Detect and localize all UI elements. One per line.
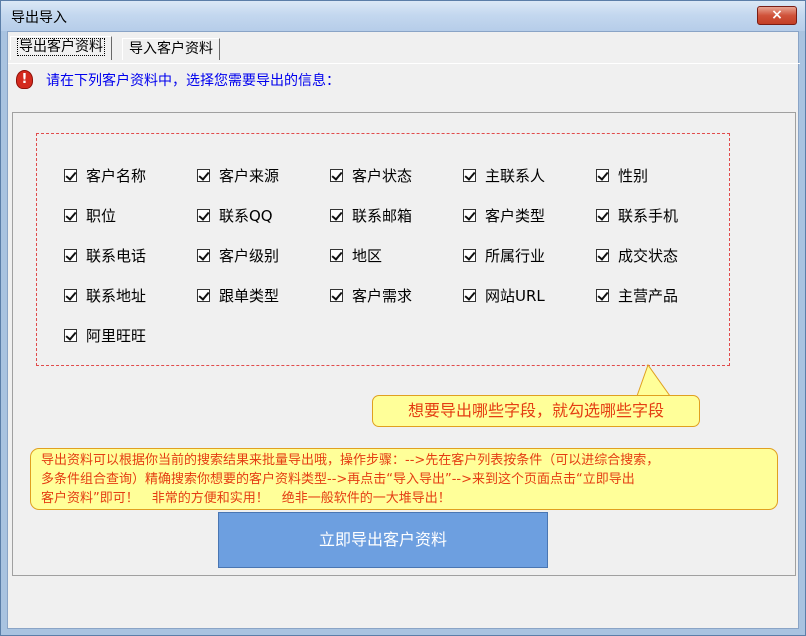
field-contact-address[interactable]: 联系地址	[64, 285, 146, 305]
callout-pointer-icon	[636, 363, 671, 397]
field-label: 客户需求	[352, 286, 413, 305]
field-label: 客户名称	[86, 166, 147, 185]
field-label: 性别	[618, 166, 649, 185]
field-main-contact[interactable]: 主联系人	[463, 165, 545, 185]
checkbox-checked-icon[interactable]	[64, 288, 77, 302]
export-tips-note: 导出资料可以根据你当前的搜索结果来批量导出哦，操作步骤：-->先在客户列表按条件…	[30, 448, 778, 510]
field-contact-phone[interactable]: 联系电话	[64, 245, 146, 265]
field-contact-email[interactable]: 联系邮箱	[330, 205, 412, 225]
field-label: 成交状态	[618, 246, 679, 265]
field-label: 职位	[86, 206, 117, 225]
field-aliwangwang[interactable]: 阿里旺旺	[64, 325, 146, 345]
field-customer-level[interactable]: 客户级别	[197, 245, 279, 265]
field-label: 联系电话	[86, 246, 147, 265]
export-import-window: 导出导入 × 导出客户资料 导入客户资料 ! 请在下列客户资料中，选择您需要导出…	[0, 0, 806, 636]
checkbox-checked-icon[interactable]	[64, 168, 77, 182]
checkbox-checked-icon[interactable]	[330, 288, 343, 302]
field-customer-needs[interactable]: 客户需求	[330, 285, 412, 305]
field-label: 跟单类型	[219, 286, 280, 305]
field-customer-status[interactable]: 客户状态	[330, 165, 412, 185]
field-industry[interactable]: 所属行业	[463, 245, 545, 265]
field-label: 网站URL	[485, 286, 545, 305]
warning-shield-icon: !	[16, 70, 33, 89]
instruction-text: 请在下列客户资料中，选择您需要导出的信息：	[46, 73, 340, 89]
field-contact-qq[interactable]: 联系QQ	[197, 205, 273, 225]
title-bar[interactable]: 导出导入 ×	[1, 1, 805, 31]
field-main-products[interactable]: 主营产品	[596, 285, 678, 305]
checkbox-checked-icon[interactable]	[463, 208, 476, 222]
note-line-3: 客户资料”即可！ 非常的方便和实用！ 绝非一般软件的一大堆导出！	[41, 491, 451, 506]
note-line-1: 导出资料可以根据你当前的搜索结果来批量导出哦，操作步骤：-->先在客户列表按条件…	[41, 453, 660, 468]
dialog-client-area: 导出客户资料 导入客户资料 ! 请在下列客户资料中，选择您需要导出的信息： 客户…	[7, 31, 800, 629]
field-gender[interactable]: 性别	[596, 165, 648, 185]
field-label: 客户状态	[352, 166, 413, 185]
field-label: 所属行业	[485, 246, 546, 265]
field-followup-type[interactable]: 跟单类型	[197, 285, 279, 305]
field-position[interactable]: 职位	[64, 205, 116, 225]
window-title: 导出导入	[11, 10, 67, 26]
field-customer-type[interactable]: 客户类型	[463, 205, 545, 225]
field-label: 客户类型	[485, 206, 546, 225]
export-customers-button[interactable]: 立即导出客户资料	[218, 512, 548, 568]
close-button[interactable]: ×	[757, 6, 797, 25]
field-label: 联系邮箱	[352, 206, 413, 225]
checkbox-checked-icon[interactable]	[463, 288, 476, 302]
field-label: 主联系人	[485, 166, 546, 185]
field-region[interactable]: 地区	[330, 245, 382, 265]
checkbox-checked-icon[interactable]	[330, 248, 343, 262]
checkbox-checked-icon[interactable]	[330, 168, 343, 182]
checkbox-checked-icon[interactable]	[197, 248, 210, 262]
tab-divider	[8, 63, 800, 64]
note-line-2: 多条件组合查询）精确搜索你想要的客户资料类型-->再点击“导入导出”-->来到这…	[41, 472, 635, 487]
checkbox-checked-icon[interactable]	[463, 168, 476, 182]
checkbox-checked-icon[interactable]	[463, 248, 476, 262]
tab-import-customers[interactable]: 导入客户资料	[122, 38, 220, 60]
field-customer-name[interactable]: 客户名称	[64, 165, 146, 185]
checkbox-checked-icon[interactable]	[197, 208, 210, 222]
checkbox-checked-icon[interactable]	[64, 208, 77, 222]
tab-export-label: 导出客户资料	[17, 38, 105, 56]
checkbox-checked-icon[interactable]	[64, 248, 77, 262]
checkbox-checked-icon[interactable]	[64, 328, 77, 342]
field-website-url[interactable]: 网站URL	[463, 285, 545, 305]
field-label: 主营产品	[618, 286, 679, 305]
checkbox-checked-icon[interactable]	[596, 288, 609, 302]
checkbox-checked-icon[interactable]	[596, 208, 609, 222]
field-deal-status[interactable]: 成交状态	[596, 245, 678, 265]
field-label: 联系地址	[86, 286, 147, 305]
field-label: 客户级别	[219, 246, 280, 265]
field-customer-source[interactable]: 客户来源	[197, 165, 279, 185]
field-label: 阿里旺旺	[86, 326, 147, 345]
checkbox-checked-icon[interactable]	[596, 168, 609, 182]
checkbox-checked-icon[interactable]	[330, 208, 343, 222]
tab-import-label: 导入客户资料	[129, 41, 213, 57]
checkbox-checked-icon[interactable]	[197, 288, 210, 302]
tab-export-customers[interactable]: 导出客户资料	[10, 36, 112, 60]
field-label: 联系手机	[618, 206, 679, 225]
checkbox-checked-icon[interactable]	[197, 168, 210, 182]
field-label: 联系QQ	[219, 206, 273, 225]
field-contact-mobile[interactable]: 联系手机	[596, 205, 678, 225]
checkbox-checked-icon[interactable]	[596, 248, 609, 262]
field-label: 客户来源	[219, 166, 280, 185]
field-hint-callout: 想要导出哪些字段，就勾选哪些字段	[372, 395, 700, 427]
tab-strip: 导出客户资料 导入客户资料	[8, 36, 800, 64]
field-label: 地区	[352, 246, 383, 265]
